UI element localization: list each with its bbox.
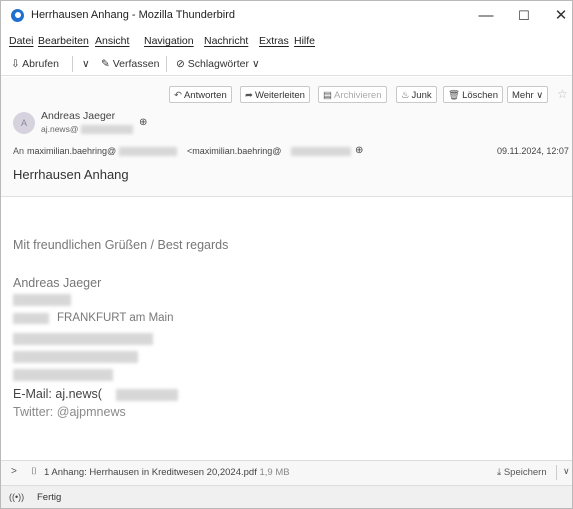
minimize-button[interactable]: — [471, 5, 501, 27]
menu-hilfe[interactable]: Hilfe [294, 35, 315, 47]
redacted-block [13, 313, 49, 324]
junk-icon: ♨ [401, 90, 410, 101]
body-city: FRANKFURT am Main [57, 312, 174, 324]
message-body: Mit freundlichen Grüßen / Best regards A… [1, 197, 572, 459]
get-mail-button[interactable]: ⇩ Abrufen [11, 56, 59, 72]
body-greeting: Mit freundlichen Grüßen / Best regards [13, 238, 229, 252]
tags-button[interactable]: ⊘ Schlagwörter ∨ [176, 56, 260, 72]
delete-label: Löschen [462, 90, 498, 101]
avatar: A [13, 112, 35, 134]
compose-button[interactable]: ✎ Verfassen [101, 56, 159, 72]
get-mail-dropdown[interactable]: ∨ [82, 56, 90, 72]
thunderbird-logo-icon [11, 9, 24, 22]
menu-extras[interactable]: Extras [259, 35, 289, 47]
attachment-summary: 1 Anhang: Herrhausen in Kreditwesen 20,2… [44, 467, 290, 478]
sender-name[interactable]: Andreas Jaeger [41, 110, 115, 122]
message-header: ↶ Antworten ➦ Weiterleiten ▤ Archivieren ♨ J… [1, 77, 572, 197]
body-signature-name: Andreas Jaeger [13, 276, 102, 290]
delete-button[interactable]: 🗑 Löschen [443, 86, 503, 103]
chevron-down-icon[interactable]: ∨ [563, 466, 570, 477]
menu-ansicht[interactable]: Ansicht [95, 35, 129, 47]
close-button[interactable]: ✕ [546, 5, 572, 27]
title-bar: Herrhausen Anhang - Mozilla Thunderbird … [1, 1, 572, 31]
more-button[interactable]: Mehr ∨ [507, 86, 549, 103]
get-mail-label: Abrufen [22, 58, 59, 70]
reply-label: Antworten [183, 90, 227, 101]
archive-label: Archivieren [333, 90, 382, 101]
chevron-down-icon: ∨ [536, 90, 544, 101]
get-mail-icon: ⇩ [11, 58, 20, 70]
menu-nachricht[interactable]: Nachricht [204, 35, 248, 47]
download-icon: ⤓ [497, 467, 502, 478]
body-email[interactable]: E-Mail: aj.news( [13, 387, 102, 401]
chevron-down-icon: ∨ [251, 58, 260, 70]
chevron-down-icon: ∨ [82, 58, 90, 70]
main-toolbar: ⇩ Abrufen ∨ ✎ Verfassen ⊘ Schlagwörter ∨ [1, 53, 572, 76]
thunderbird-window: Herrhausen Anhang - Mozilla Thunderbird … [0, 0, 573, 509]
menu-datei[interactable]: Datei [9, 35, 34, 47]
recipient-email[interactable]: <maximilian.baehring@ [187, 146, 281, 156]
archive-icon: ▤ [323, 90, 332, 101]
save-label: Speichern [503, 467, 547, 478]
attachment-bar[interactable]: > ⌷ 1 Anhang: Herrhausen in Kreditwesen … [1, 460, 572, 485]
junk-button[interactable]: ♨ Junk [396, 86, 437, 103]
reply-button[interactable]: ↶ Antworten [169, 86, 232, 103]
toolbar-divider [72, 56, 73, 72]
redacted-block [13, 333, 153, 345]
toolbar-divider [166, 56, 167, 72]
attachment-size: 1,9 MB [259, 467, 290, 478]
redacted-block [13, 369, 113, 381]
window-title: Herrhausen Anhang - Mozilla Thunderbird [31, 9, 236, 21]
menu-navigation[interactable]: Navigation [144, 35, 194, 47]
redacted-block [13, 351, 138, 363]
address-book-icon[interactable]: ⊕ [139, 117, 147, 128]
body-twitter: Twitter: @ajpmnews [13, 405, 126, 419]
pencil-icon: ✎ [101, 58, 110, 70]
redacted-block [81, 125, 133, 134]
redacted-block [13, 294, 71, 306]
chevron-right-icon[interactable]: > [11, 466, 17, 477]
forward-label: Weiterleiten [254, 90, 305, 101]
forward-icon: ➦ [245, 90, 253, 101]
recipient-name[interactable]: maximilian.baehring@ [27, 146, 116, 156]
divider [556, 465, 557, 480]
save-button[interactable]: ⤓ Speichern [497, 467, 547, 478]
activity-icon[interactable]: ((•)) [9, 492, 24, 502]
attachment-name[interactable]: 1 Anhang: Herrhausen in Kreditwesen 20,2… [44, 467, 257, 478]
sender-email[interactable]: aj.news@ [41, 124, 78, 134]
to-label: An [13, 146, 25, 156]
redacted-block [119, 147, 177, 156]
message-date: 09.11.2024, 12:07 [497, 146, 569, 156]
redacted-block [116, 389, 178, 401]
trash-icon: 🗑 [448, 90, 461, 101]
menu-bar: Datei Bearbeiten Ansicht Navigation Nach… [1, 33, 572, 51]
maximize-button[interactable]: ☐ [509, 5, 539, 27]
star-icon[interactable]: ☆ [557, 87, 568, 101]
compose-label: Verfassen [112, 58, 160, 70]
status-bar: ((•)) Fertig [1, 485, 572, 508]
forward-button[interactable]: ➦ Weiterleiten [240, 86, 310, 103]
tags-label: Schlagwörter [187, 58, 250, 70]
archive-button[interactable]: ▤ Archivieren [318, 86, 387, 103]
message-subject: Herrhausen Anhang [13, 167, 129, 182]
address-book-icon[interactable]: ⊕ [355, 145, 363, 156]
junk-label: Junk [411, 90, 432, 101]
tag-icon: ⊘ [176, 58, 185, 70]
more-label: Mehr [512, 90, 534, 101]
status-text: Fertig [37, 492, 62, 503]
paperclip-icon: ⌷ [31, 466, 37, 477]
redacted-block [291, 147, 351, 156]
reply-icon: ↶ [174, 90, 182, 101]
menu-bearbeiten[interactable]: Bearbeiten [38, 35, 89, 47]
